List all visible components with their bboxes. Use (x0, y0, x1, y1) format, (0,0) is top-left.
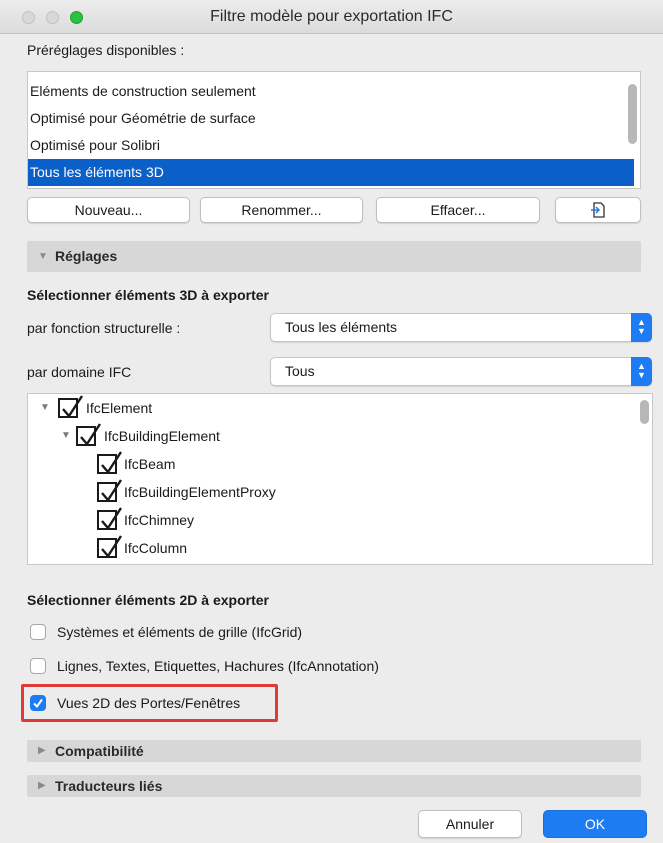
ifc-domain-select[interactable]: Tous ▲ ▼ (270, 357, 652, 386)
tree-row[interactable]: IfcColumn (28, 535, 628, 562)
tree-checkbox[interactable] (97, 507, 123, 530)
reglages-section-header[interactable]: ▼ Réglages (27, 241, 641, 272)
translators-title: Traducteurs liés (55, 778, 163, 794)
presets-scrollbar[interactable] (628, 84, 637, 144)
tree-item-label: IfcChimney (124, 512, 195, 528)
tree-checkbox[interactable] (97, 451, 123, 474)
tree-row[interactable]: ▼ IfcBuildingElement (28, 423, 628, 450)
tree-row[interactable]: IfcBeam (28, 451, 628, 478)
import-icon (591, 202, 605, 218)
title-bar: Filtre modèle pour exportation IFC (0, 0, 663, 34)
preset-item[interactable]: Eléments de construction seulement (28, 78, 634, 105)
disclosure-down-icon[interactable]: ▼ (61, 430, 71, 441)
disclosure-down-icon[interactable]: ▼ (40, 402, 50, 413)
tree-item-label: IfcBuildingElement (104, 428, 220, 444)
structural-function-value: Tous les éléments (285, 319, 398, 335)
preset-item[interactable]: Optimisé pour Solibri (28, 132, 634, 159)
disclosure-right-icon: ▶ (38, 745, 46, 756)
presets-label: Préréglages disponibles : (27, 42, 185, 58)
select-arrows-icon: ▲ ▼ (631, 357, 652, 386)
checkmark-icon (33, 698, 43, 709)
select-3d-heading: Sélectionner éléments 3D à exporter (27, 287, 269, 303)
rename-preset-button[interactable]: Renommer... (200, 197, 363, 223)
compatibility-section-header[interactable]: ▶ Compatibilité (27, 740, 641, 762)
tree-row[interactable]: IfcChimney (28, 507, 628, 534)
tree-checkbox[interactable] (97, 479, 123, 502)
tree-item-label: IfcBuildingElementProxy (124, 484, 276, 500)
preset-item[interactable]: Optimisé pour Géométrie de surface (28, 105, 634, 132)
ifcannotation-checkbox[interactable] (30, 658, 46, 674)
cancel-button[interactable]: Annuler (418, 810, 522, 838)
tree-checkbox[interactable] (97, 535, 123, 558)
ifcannotation-label: Lignes, Textes, Etiquettes, Hachures (If… (57, 658, 379, 674)
disclosure-right-icon: ▶ (38, 780, 46, 791)
select-2d-heading: Sélectionner éléments 2D à exporter (27, 592, 269, 608)
door-window-2d-checkbox[interactable] (30, 695, 46, 711)
preset-item-selected[interactable]: Tous les éléments 3D (28, 159, 634, 186)
structural-function-label: par fonction structurelle : (27, 320, 181, 336)
tree-row[interactable]: IfcBuildingElementProxy (28, 479, 628, 506)
reglages-title: Réglages (55, 248, 118, 264)
tree-item-label: IfcColumn (124, 540, 188, 556)
tree-checkbox[interactable] (58, 395, 84, 418)
import-preset-button[interactable] (555, 197, 641, 223)
ifc-domain-label: par domaine IFC (27, 364, 132, 380)
tree-scrollbar[interactable] (640, 400, 649, 424)
compatibility-title: Compatibilité (55, 743, 144, 759)
tree-item-label: IfcBeam (124, 456, 176, 472)
ifcgrid-checkbox[interactable] (30, 624, 46, 640)
door-window-2d-label: Vues 2D des Portes/Fenêtres (57, 695, 241, 711)
dialog-window: Filtre modèle pour exportation IFC Préré… (0, 0, 663, 843)
delete-preset-button[interactable]: Effacer... (376, 197, 540, 223)
tree-checkbox[interactable] (76, 423, 102, 446)
tree-item-label: IfcElement (86, 400, 153, 416)
structural-function-select[interactable]: Tous les éléments ▲ ▼ (270, 313, 652, 342)
ifcgrid-label: Systèmes et éléments de grille (IfcGrid) (57, 624, 303, 640)
translators-section-header[interactable]: ▶ Traducteurs liés (27, 775, 641, 797)
disclosure-down-icon: ▼ (38, 251, 48, 262)
ifc-element-tree[interactable]: ▼ IfcElement ▼ IfcBuildingElement IfcBea… (27, 393, 653, 565)
select-arrows-icon: ▲ ▼ (631, 313, 652, 342)
new-preset-button[interactable]: Nouveau... (27, 197, 190, 223)
ok-button[interactable]: OK (543, 810, 647, 838)
window-title: Filtre modèle pour exportation IFC (210, 8, 453, 25)
ifc-domain-value: Tous (285, 363, 315, 379)
tree-row[interactable]: ▼ IfcElement (28, 395, 628, 422)
presets-list[interactable]: Eléments de construction seulement Optim… (27, 71, 641, 189)
